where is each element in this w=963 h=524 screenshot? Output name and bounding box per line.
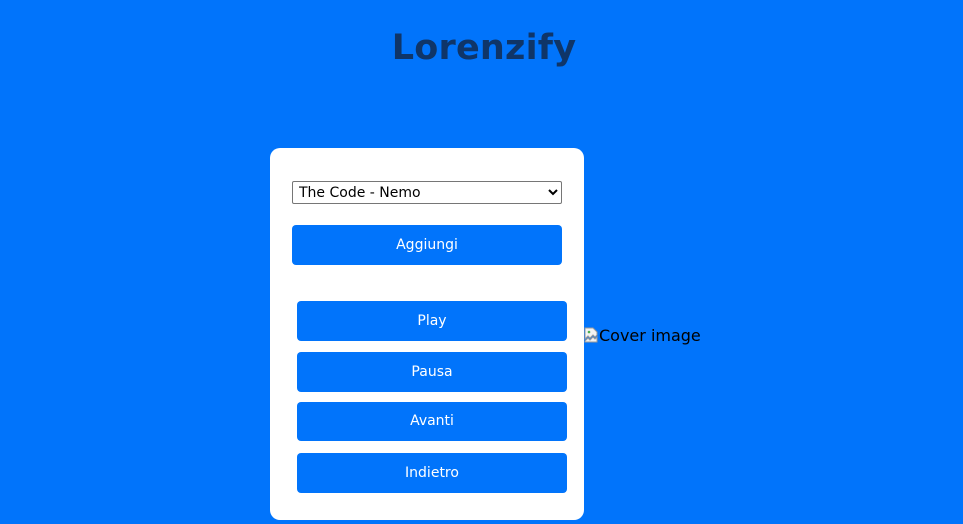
add-button[interactable]: Aggiungi bbox=[292, 225, 562, 265]
pause-button[interactable]: Pausa bbox=[297, 352, 567, 392]
cover-image: Cover image bbox=[584, 324, 701, 346]
broken-image-icon bbox=[584, 327, 598, 343]
play-button[interactable]: Play bbox=[297, 301, 567, 341]
cover-image-alt-text: Cover image bbox=[599, 325, 701, 345]
page-title: Lorenzify bbox=[391, 28, 577, 69]
next-button[interactable]: Avanti bbox=[297, 402, 567, 441]
player-card: The Code - Nemo Aggiungi Play Pausa Avan… bbox=[270, 148, 584, 520]
song-select[interactable]: The Code - Nemo bbox=[292, 181, 562, 204]
previous-button[interactable]: Indietro bbox=[297, 453, 567, 493]
